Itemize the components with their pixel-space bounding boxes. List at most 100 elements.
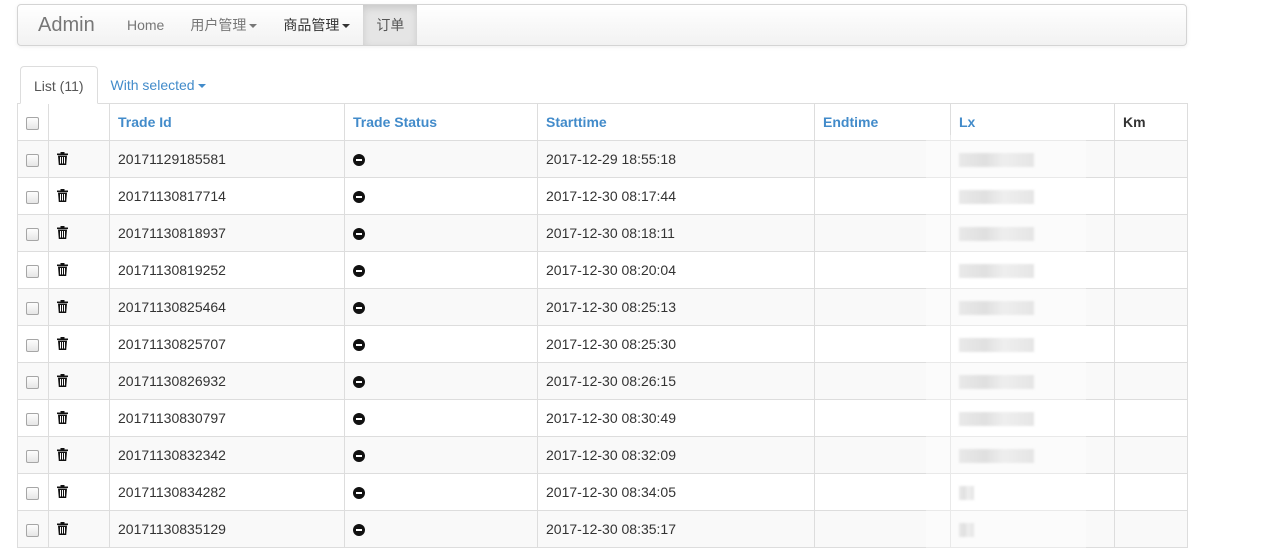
trade-id-cell: 20171130832342 [109, 436, 345, 474]
endtime-cell [814, 288, 951, 326]
minus-circle-icon [353, 265, 365, 278]
trash-icon[interactable] [57, 410, 68, 427]
trash-icon[interactable] [57, 262, 68, 279]
minus-circle-icon [353, 413, 365, 426]
nav-item-label: 订单 [376, 17, 405, 33]
redacted-value [959, 153, 1034, 168]
row-actions-cell [48, 251, 110, 289]
trash-icon[interactable] [57, 447, 68, 464]
starttime-cell: 2017-12-30 08:18:11 [537, 214, 815, 252]
row-actions-cell [48, 288, 110, 326]
trash-icon[interactable] [57, 484, 68, 501]
row-checkbox[interactable] [26, 449, 39, 463]
row-select-cell [17, 362, 49, 400]
starttime-cell: 2017-12-30 08:25:13 [537, 288, 815, 326]
km-cell [1114, 214, 1188, 252]
with-selected-dropdown[interactable]: With selected [98, 66, 219, 104]
nav-item-product-management[interactable]: 商品管理 [270, 5, 363, 45]
km-cell [1114, 177, 1188, 215]
trash-icon[interactable] [57, 336, 68, 353]
starttime-cell: 2017-12-30 08:17:44 [537, 177, 815, 215]
lx-cell [950, 436, 1115, 474]
trash-icon[interactable] [57, 373, 68, 390]
table-row: 20171130832342 2017-12-30 08:32:09 [17, 436, 1188, 474]
column-header-trade-id[interactable]: Trade Id [109, 103, 345, 141]
km-cell [1114, 436, 1188, 474]
redacted-value [959, 338, 1034, 353]
starttime-cell: 2017-12-30 08:34:05 [537, 473, 815, 511]
nav-item-user-management[interactable]: 用户管理 [177, 5, 270, 45]
trash-icon[interactable] [57, 225, 68, 242]
row-actions-cell [48, 325, 110, 363]
row-checkbox[interactable] [26, 523, 39, 537]
trade-id-cell: 20171130825707 [109, 325, 345, 363]
table-header-row: Trade Id Trade Status Starttime Endtime … [17, 103, 1188, 141]
endtime-cell [814, 214, 951, 252]
trash-icon[interactable] [57, 299, 68, 316]
km-cell [1114, 399, 1188, 437]
trash-icon[interactable] [57, 521, 68, 538]
row-checkbox[interactable] [26, 486, 39, 500]
trash-icon[interactable] [57, 151, 68, 168]
row-select-cell [17, 140, 49, 178]
row-actions-cell [48, 436, 110, 474]
list-tabs: List (11) With selected [20, 66, 219, 104]
nav-item-orders[interactable]: 订单 [363, 5, 418, 45]
minus-circle-icon [353, 154, 365, 167]
trade-status-cell [344, 288, 538, 326]
km-cell [1114, 325, 1188, 363]
row-checkbox[interactable] [26, 375, 39, 389]
tab-list[interactable]: List (11) [20, 66, 98, 104]
nav-item-label: 用户管理 [190, 17, 247, 33]
nav-item-home[interactable]: Home [114, 5, 177, 45]
row-checkbox[interactable] [26, 190, 39, 204]
row-checkbox[interactable] [26, 153, 39, 167]
row-checkbox[interactable] [26, 412, 39, 426]
column-header-endtime[interactable]: Endtime [814, 103, 951, 141]
row-checkbox[interactable] [26, 227, 39, 241]
table-row: 20171129185581 2017-12-29 18:55:18 [17, 140, 1188, 178]
row-select-cell [17, 510, 49, 548]
column-header-trade-status[interactable]: Trade Status [344, 103, 538, 141]
select-all-checkbox[interactable] [26, 116, 39, 130]
column-header-lx[interactable]: Lx [950, 103, 1115, 141]
row-select-cell [17, 177, 49, 215]
trade-status-cell [344, 177, 538, 215]
row-checkbox[interactable] [26, 338, 39, 352]
endtime-cell [814, 436, 951, 474]
km-cell [1114, 288, 1188, 326]
lx-cell [950, 362, 1115, 400]
redacted-value [959, 449, 1034, 464]
row-actions-cell [48, 177, 110, 215]
redacted-value [959, 301, 1034, 316]
endtime-cell [814, 251, 951, 289]
starttime-cell: 2017-12-29 18:55:18 [537, 140, 815, 178]
trade-status-cell [344, 399, 538, 437]
column-header-km: Km [1114, 103, 1188, 141]
row-checkbox[interactable] [26, 301, 39, 315]
trade-id-cell: 20171130830797 [109, 399, 345, 437]
lx-cell [950, 399, 1115, 437]
nav-menu: Home 用户管理 商品管理 订单 [114, 5, 418, 45]
trash-icon[interactable] [57, 188, 68, 205]
lx-cell [950, 177, 1115, 215]
with-selected-label: With selected [110, 77, 195, 93]
lx-cell [950, 288, 1115, 326]
km-cell [1114, 510, 1188, 548]
redacted-value [959, 486, 974, 501]
column-header-starttime[interactable]: Starttime [537, 103, 815, 141]
endtime-cell [814, 473, 951, 511]
km-cell [1114, 473, 1188, 511]
redacted-value [959, 227, 1034, 242]
minus-circle-icon [353, 228, 365, 241]
navbar: Admin Home 用户管理 商品管理 订单 [17, 4, 1187, 46]
row-checkbox[interactable] [26, 264, 39, 278]
endtime-cell [814, 325, 951, 363]
row-select-cell [17, 399, 49, 437]
brand-link[interactable]: Admin [38, 5, 95, 45]
row-actions-cell [48, 399, 110, 437]
endtime-cell [814, 140, 951, 178]
row-select-cell [17, 214, 49, 252]
row-select-cell [17, 473, 49, 511]
row-actions-cell [48, 362, 110, 400]
